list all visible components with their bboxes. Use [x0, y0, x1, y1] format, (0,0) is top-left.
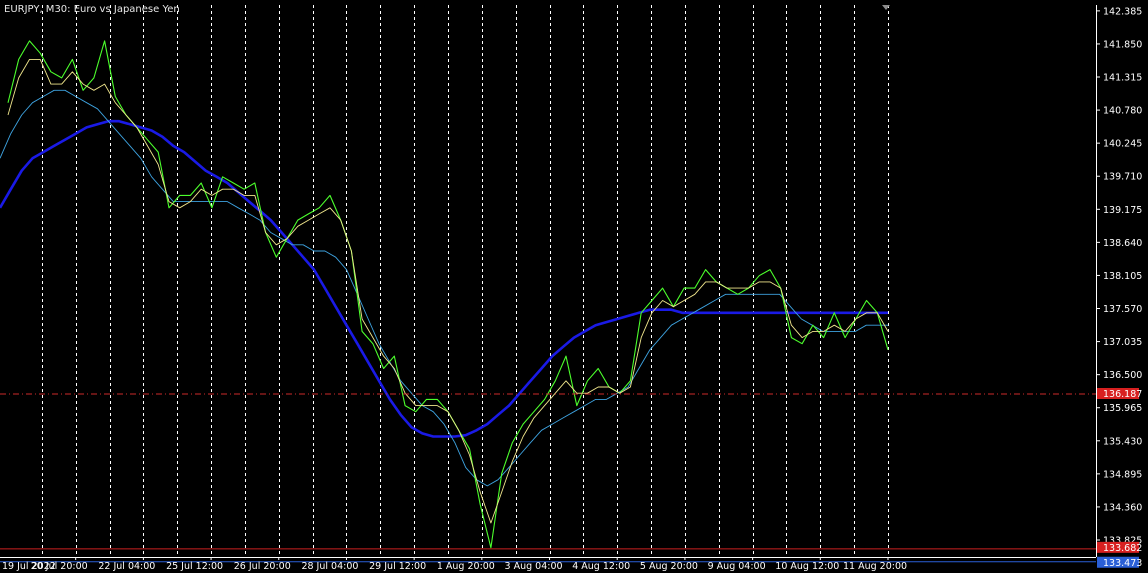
- y-tick-label: 142.385: [1103, 6, 1142, 17]
- x-tick-label: 11 Aug 20:00: [843, 561, 907, 572]
- x-tick-label: 20 Jul 20:00: [31, 561, 88, 572]
- x-tick-label: 1 Aug 20:00: [437, 561, 495, 572]
- price-tag-label: 133.682: [1103, 543, 1142, 554]
- y-tick-label: 138.640: [1103, 238, 1142, 249]
- y-tick-label: 137.570: [1103, 304, 1142, 315]
- x-tick-label: 10 Aug 12:00: [775, 561, 839, 572]
- x-tick-label: 4 Aug 12:00: [572, 561, 630, 572]
- price-chart[interactable]: 142.385 141.850 141.315 140.780 140.245 139.7…: [0, 0, 1148, 573]
- x-tick-label: 22 Jul 04:00: [98, 561, 155, 572]
- y-tick-label: 139.175: [1103, 205, 1142, 216]
- x-tick-label: 5 Aug 20:00: [640, 561, 698, 572]
- price-tag-label: 133.473: [1103, 558, 1142, 569]
- x-tick-label: 9 Aug 04:00: [708, 561, 766, 572]
- chart-title: EURJPY, M30: Euro vs Japanese Yen: [4, 4, 180, 15]
- y-tick-label: 135.430: [1103, 436, 1142, 447]
- y-tick-label: 140.780: [1103, 106, 1142, 117]
- y-tick-label: 134.360: [1103, 502, 1142, 513]
- y-tick-label: 136.500: [1103, 370, 1142, 381]
- y-tick-label: 135.965: [1103, 403, 1142, 414]
- x-tick-label: 3 Aug 04:00: [505, 561, 563, 572]
- y-tick-label: 141.315: [1103, 73, 1142, 84]
- x-tick-label: 26 Jul 20:00: [234, 561, 291, 572]
- y-tick-label: 141.850: [1103, 39, 1142, 50]
- x-tick-label: 29 Jul 12:00: [369, 561, 426, 572]
- y-tick-label: 138.105: [1103, 271, 1142, 282]
- y-tick-label: 137.035: [1103, 337, 1142, 348]
- y-tick-label: 140.245: [1103, 139, 1142, 150]
- y-tick-label: 139.710: [1103, 172, 1142, 183]
- chart-background: [0, 0, 1148, 573]
- price-tag-label: 136.187: [1103, 389, 1142, 400]
- x-tick-label: 28 Jul 04:00: [301, 561, 358, 572]
- x-tick-label: 25 Jul 12:00: [166, 561, 223, 572]
- y-tick-label: 134.895: [1103, 469, 1142, 480]
